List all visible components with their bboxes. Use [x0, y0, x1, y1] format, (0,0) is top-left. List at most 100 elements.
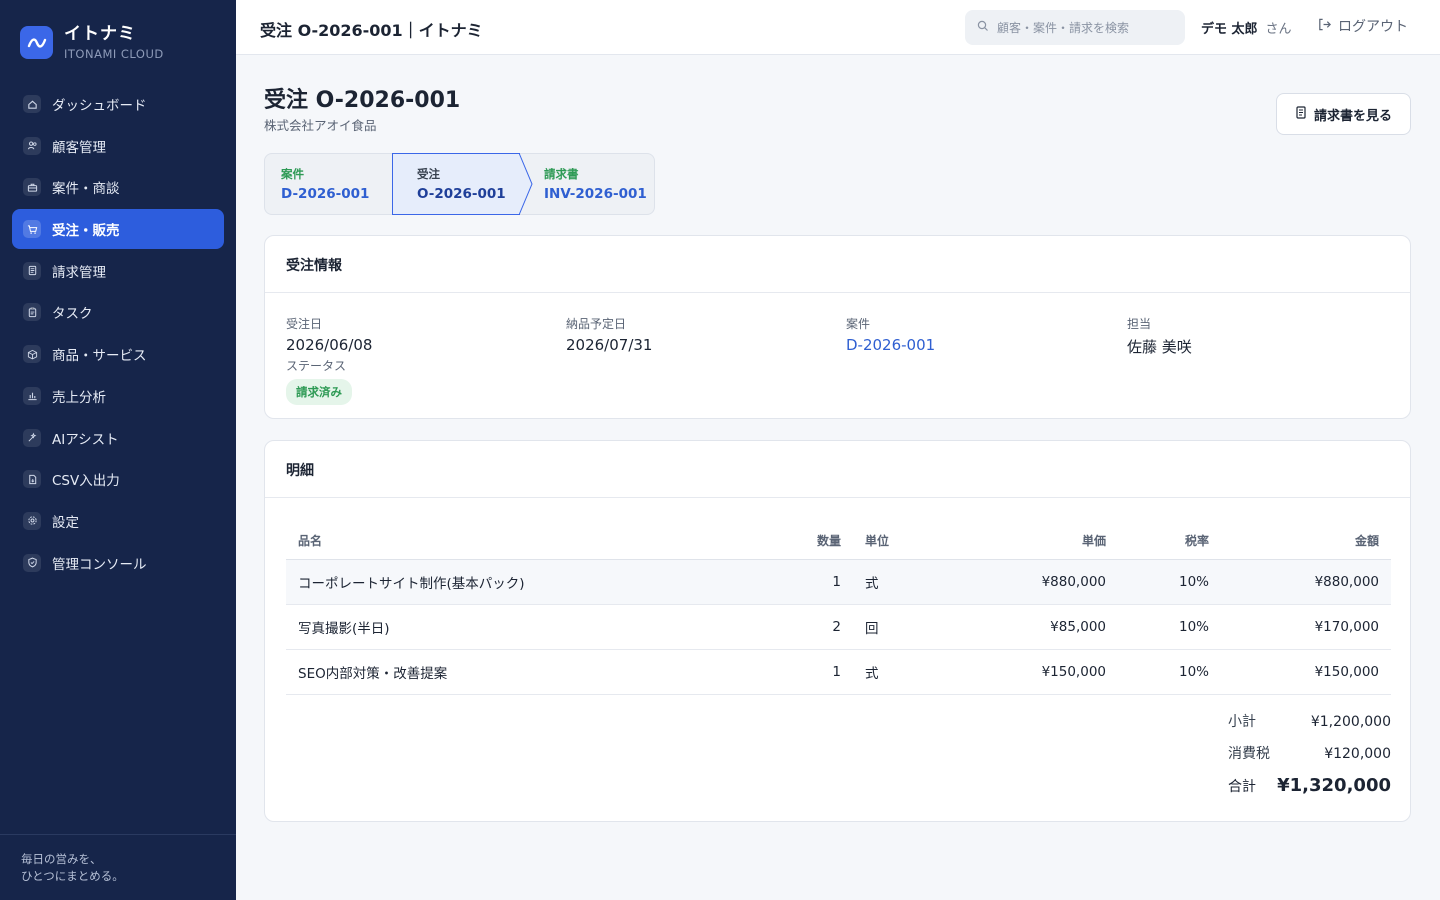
- briefcase-icon: [23, 178, 41, 197]
- shield-icon: [23, 553, 41, 572]
- item-unit: 式: [841, 559, 961, 605]
- owner-field: 担当 佐藤 美咲: [1127, 315, 1192, 357]
- brand[interactable]: イトナミ ITONAMI CLOUD: [20, 24, 164, 61]
- sparkle-icon: [23, 428, 41, 447]
- item-unit: 式: [841, 649, 961, 695]
- deal-field: 案件 D-2026-001: [846, 315, 935, 354]
- total-value: ¥1,320,000: [1277, 775, 1391, 796]
- order-date-field: 受注日 2026/06/08: [286, 315, 372, 354]
- tax-row: 消費税 ¥120,000: [1228, 743, 1391, 775]
- sidebar-item-dashboard[interactable]: ダッシュボード: [12, 84, 224, 124]
- sidebar-item-analytics[interactable]: 売上分析: [12, 376, 224, 416]
- brand-name: イトナミ: [64, 24, 136, 44]
- delivery-date-field: 納品予定日 2026/07/31: [566, 315, 652, 354]
- flow-step-order-current[interactable]: 受注 O-2026-001: [392, 153, 520, 215]
- sidebar-tagline-line2: ひとつにまとめる。: [21, 869, 124, 883]
- view-invoice-label: 請求書を見る: [1313, 108, 1392, 124]
- search-input[interactable]: [997, 20, 1177, 35]
- status-field: ステータス 請求済み: [286, 357, 352, 405]
- top-bar: 受注 O-2026-001｜イトナミ デモ 太郎さん ログアウト: [236, 0, 1440, 55]
- owner-value: 佐藤 美咲: [1127, 338, 1192, 356]
- table-row: SEO内部対策・改善提案 1 式 ¥150,000 10% ¥150,000: [286, 649, 1391, 695]
- sidebar-item-csv[interactable]: CSV入出力: [12, 459, 224, 499]
- invoice-icon: [23, 261, 41, 280]
- sidebar-item-admin-console[interactable]: 管理コンソール: [12, 543, 224, 583]
- sidebar-item-label: 売上分析: [52, 389, 106, 406]
- item-tax: 10%: [1106, 604, 1209, 650]
- item-tax: 10%: [1106, 559, 1209, 605]
- clipboard-icon: [23, 303, 41, 322]
- sidebar: イトナミ ITONAMI CLOUD ダッシュボード 顧客管理 案件・商談 受注…: [0, 0, 236, 900]
- item-price: ¥150,000: [961, 649, 1106, 695]
- sidebar-item-customers[interactable]: 顧客管理: [12, 126, 224, 166]
- header-tax: 税率: [1106, 523, 1209, 560]
- table-header-row: 品名 数量 単位 単価 税率 金額: [286, 523, 1391, 560]
- flow-step-value: INV-2026-001: [544, 186, 647, 202]
- flow-step-label: 受注: [417, 167, 440, 181]
- delivery-date-value: 2026/07/31: [566, 336, 653, 354]
- tax-label: 消費税: [1228, 746, 1270, 762]
- sidebar-item-label: CSV入出力: [52, 473, 120, 490]
- status-badge: 請求済み: [286, 379, 352, 405]
- sidebar-tagline-line1: 毎日の営みを、: [21, 852, 102, 866]
- user-honorific: さん: [1265, 22, 1292, 37]
- sidebar-footer: 毎日の営みを、 ひとつにまとめる。: [0, 834, 236, 900]
- users-icon: [23, 136, 41, 155]
- header-name: 品名: [286, 523, 716, 560]
- sidebar-item-products[interactable]: 商品・サービス: [12, 334, 224, 374]
- sidebar-item-deals[interactable]: 案件・商談: [12, 167, 224, 207]
- owner-label: 担当: [1127, 317, 1152, 331]
- item-unit: 回: [841, 604, 961, 650]
- sidebar-item-label: AIアシスト: [52, 431, 119, 448]
- order-date-label: 受注日: [286, 317, 323, 331]
- sidebar-item-settings[interactable]: 設定: [12, 501, 224, 541]
- delivery-date-label: 納品予定日: [566, 317, 627, 331]
- flow-step-invoice[interactable]: 請求書 INV-2026-001: [520, 154, 655, 214]
- customer-name: 株式会社アオイ食品: [264, 118, 377, 133]
- sidebar-item-label: タスク: [52, 306, 93, 323]
- flow-step-label: 案件: [281, 167, 304, 181]
- total-label: 合計: [1228, 779, 1256, 795]
- line-items-title: 明細: [265, 441, 1410, 498]
- header-price: 単価: [961, 523, 1106, 560]
- cart-icon: [23, 220, 41, 239]
- sidebar-item-orders[interactable]: 受注・販売: [12, 209, 224, 250]
- deal-link[interactable]: D-2026-001: [846, 336, 935, 354]
- sidebar-item-label: 管理コンソール: [52, 556, 147, 573]
- item-price: ¥85,000: [961, 604, 1106, 650]
- line-items-table: 品名 数量 単位 単価 税率 金額 コーポレートサイト制作(基本パック) 1 式…: [286, 523, 1391, 695]
- header-unit: 単位: [841, 523, 961, 560]
- sidebar-item-billing[interactable]: 請求管理: [12, 251, 224, 291]
- view-invoice-button[interactable]: 請求書を見る: [1276, 93, 1411, 135]
- item-name: コーポレートサイト制作(基本パック): [286, 559, 716, 605]
- logout-button[interactable]: ログアウト: [1317, 16, 1408, 36]
- user-name: デモ 太郎: [1201, 22, 1258, 37]
- tax-value: ¥120,000: [1324, 746, 1391, 762]
- order-info-card: 受注情報 受注日 2026/06/08 納品予定日 2026/07/31 案件 …: [264, 235, 1411, 419]
- home-icon: [23, 95, 41, 113]
- item-price: ¥880,000: [961, 559, 1106, 605]
- sidebar-item-label: 設定: [52, 514, 79, 531]
- item-name: 写真撮影(半日): [286, 604, 716, 650]
- item-qty: 1: [716, 559, 841, 605]
- document-flow: 案件 D-2026-001 受注 O-2026-001 請求書 INV-2026…: [264, 153, 655, 215]
- flow-step-deal[interactable]: 案件 D-2026-001: [265, 154, 392, 214]
- item-name: SEO内部対策・改善提案: [286, 649, 716, 695]
- sidebar-item-tasks[interactable]: タスク: [12, 292, 224, 332]
- table-row: 写真撮影(半日) 2 回 ¥85,000 10% ¥170,000: [286, 604, 1391, 650]
- subtotal-value: ¥1,200,000: [1310, 714, 1391, 730]
- search-icon: [977, 20, 989, 36]
- item-amount: ¥170,000: [1209, 604, 1391, 650]
- flow-step-value: O-2026-001: [417, 186, 506, 202]
- header-amount: 金額: [1209, 523, 1391, 560]
- user-info: デモ 太郎 さん: [1201, 18, 1292, 37]
- line-items-card: 明細 品名 数量 単位 単価 税率 金額 コーポレートサイト制作(基本パック) …: [264, 440, 1411, 822]
- sidebar-item-label: 請求管理: [52, 264, 106, 281]
- sidebar-item-ai-assist[interactable]: AIアシスト: [12, 418, 224, 458]
- search-box[interactable]: [965, 10, 1185, 45]
- total-row: 合計 ¥1,320,000: [1228, 775, 1391, 807]
- item-qty: 1: [716, 649, 841, 695]
- bar-chart-icon: [23, 386, 41, 405]
- flow-step-value: D-2026-001: [281, 186, 370, 202]
- sidebar-item-label: 案件・商談: [52, 181, 120, 198]
